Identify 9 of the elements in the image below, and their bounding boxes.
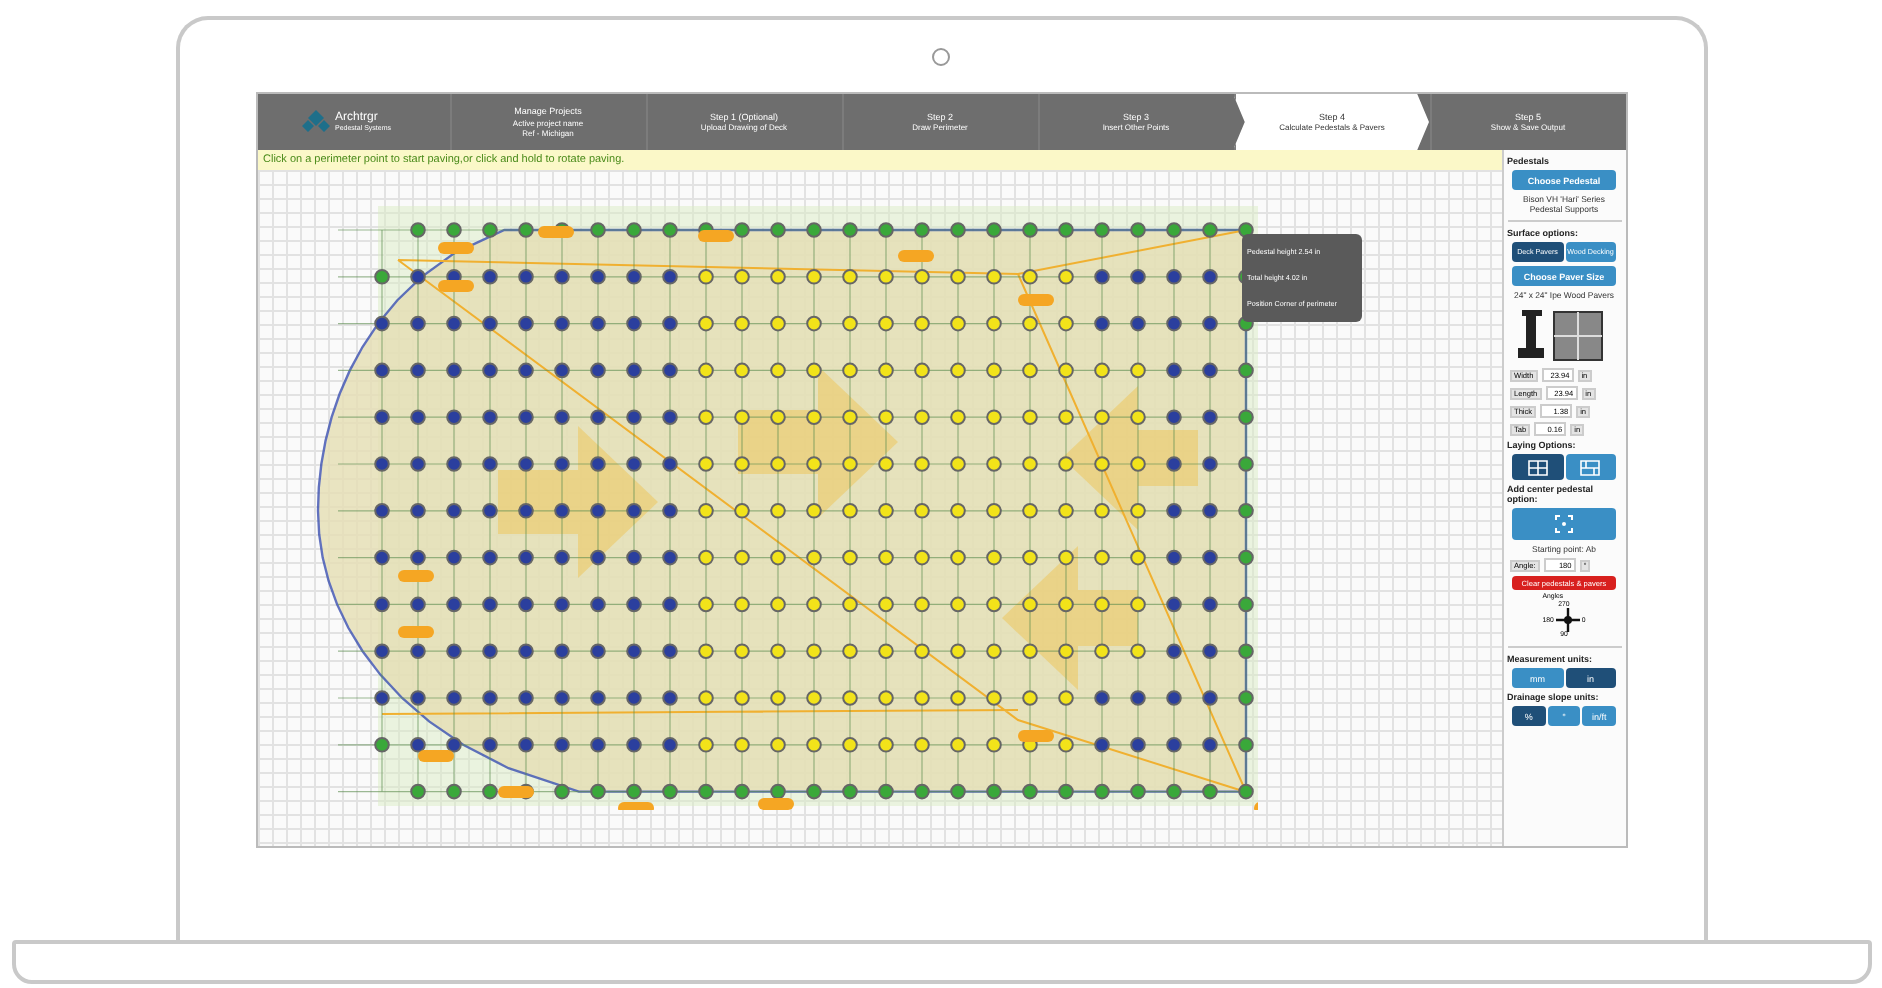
laying-option-button[interactable]: [1512, 454, 1563, 480]
laying-option-button[interactable]: [1565, 454, 1616, 480]
center-pedestal-button[interactable]: [1512, 508, 1616, 540]
offset-grid-icon: [1580, 459, 1601, 475]
compass-icon: [1555, 608, 1580, 633]
grid-icon: [1527, 459, 1548, 475]
logo-icon: [301, 108, 329, 136]
camera-icon: [932, 48, 950, 66]
corners-icon: [1554, 514, 1574, 534]
